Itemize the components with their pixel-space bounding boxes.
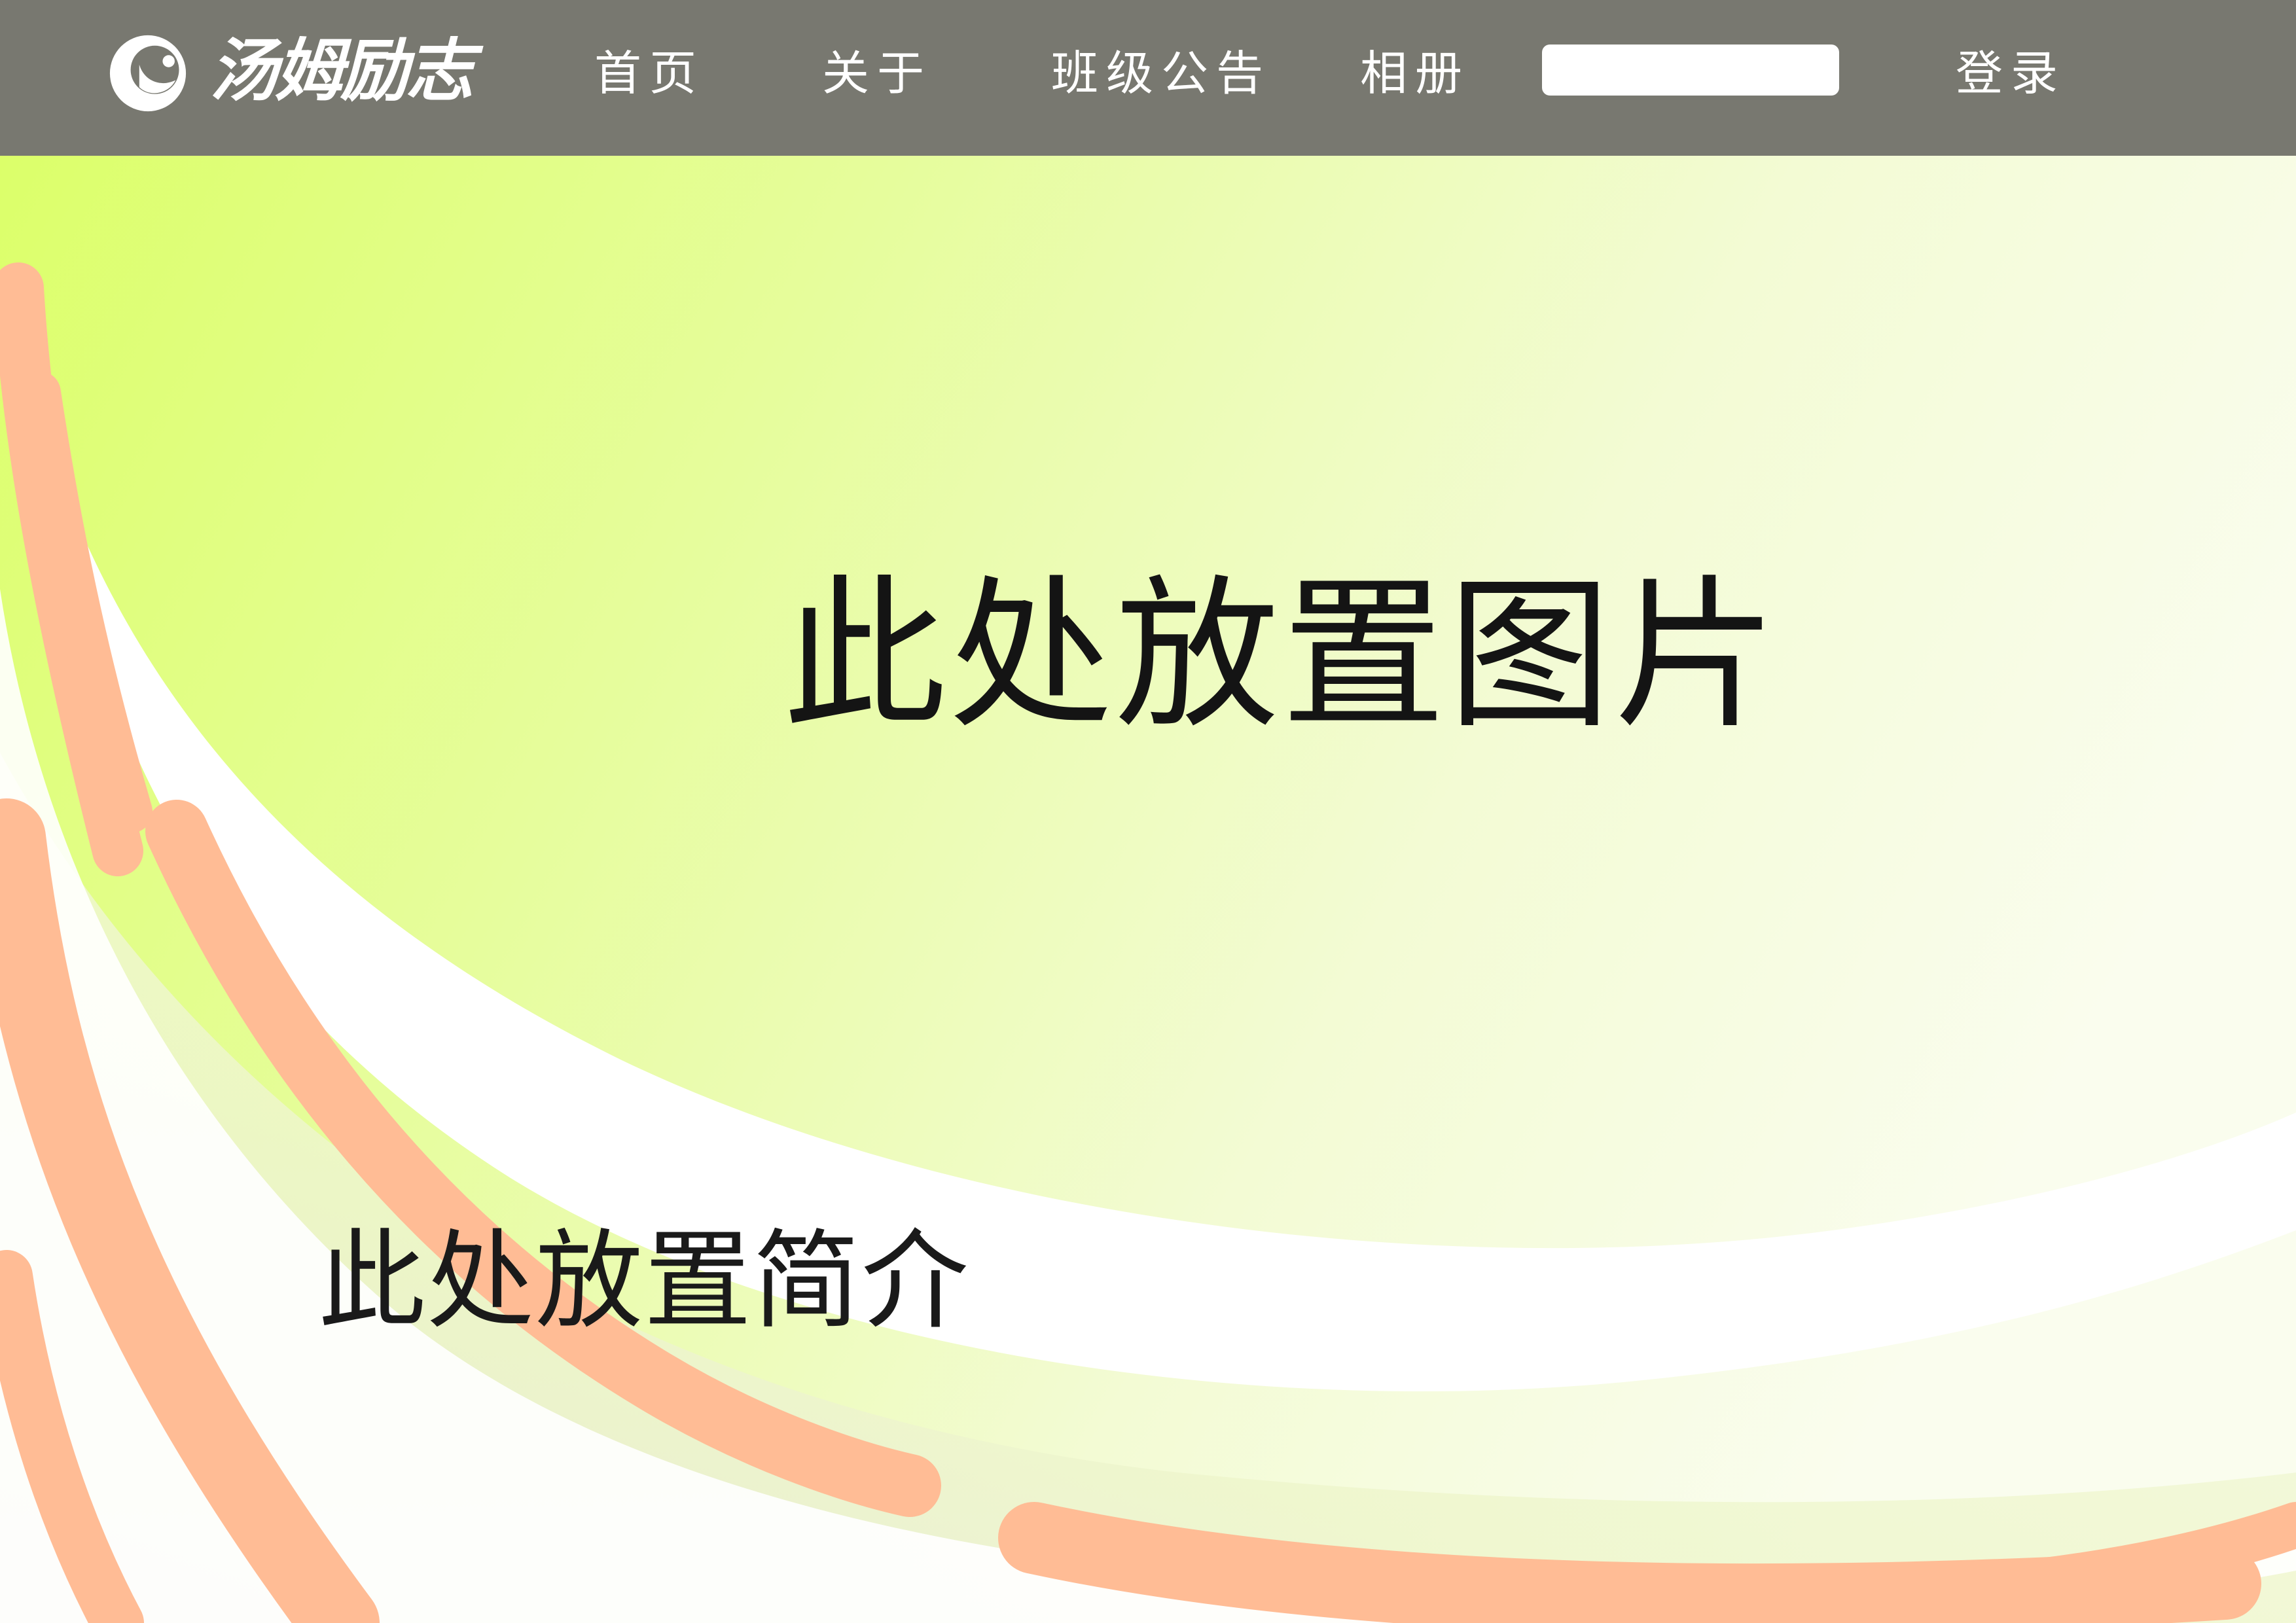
top-navbar: 汤姆励志 首页 关于 班级公告 相册 登录 [0, 0, 2296, 156]
background-graphic [0, 156, 2296, 1623]
search-input[interactable] [1542, 45, 1839, 96]
logo-icon [109, 35, 187, 112]
nav-home-link[interactable]: 首页 [594, 41, 704, 106]
nav-about-link[interactable]: 关于 [822, 41, 932, 106]
intro-placeholder: 此处放置简介 [318, 1219, 971, 1344]
hero-image-placeholder: 此处放置图片 [783, 560, 1780, 751]
brand-name: 汤姆励志 [209, 30, 474, 111]
login-link[interactable]: 登录 [1956, 41, 2066, 106]
nav-album-link[interactable]: 相册 [1360, 41, 1470, 106]
brand-logo[interactable]: 汤姆励志 [105, 27, 484, 113]
nav-notice-link[interactable]: 班级公告 [1051, 41, 1271, 106]
page: 汤姆励志 首页 关于 班级公告 相册 登录 此处放置图片 此处放置简介 [0, 0, 2296, 1623]
